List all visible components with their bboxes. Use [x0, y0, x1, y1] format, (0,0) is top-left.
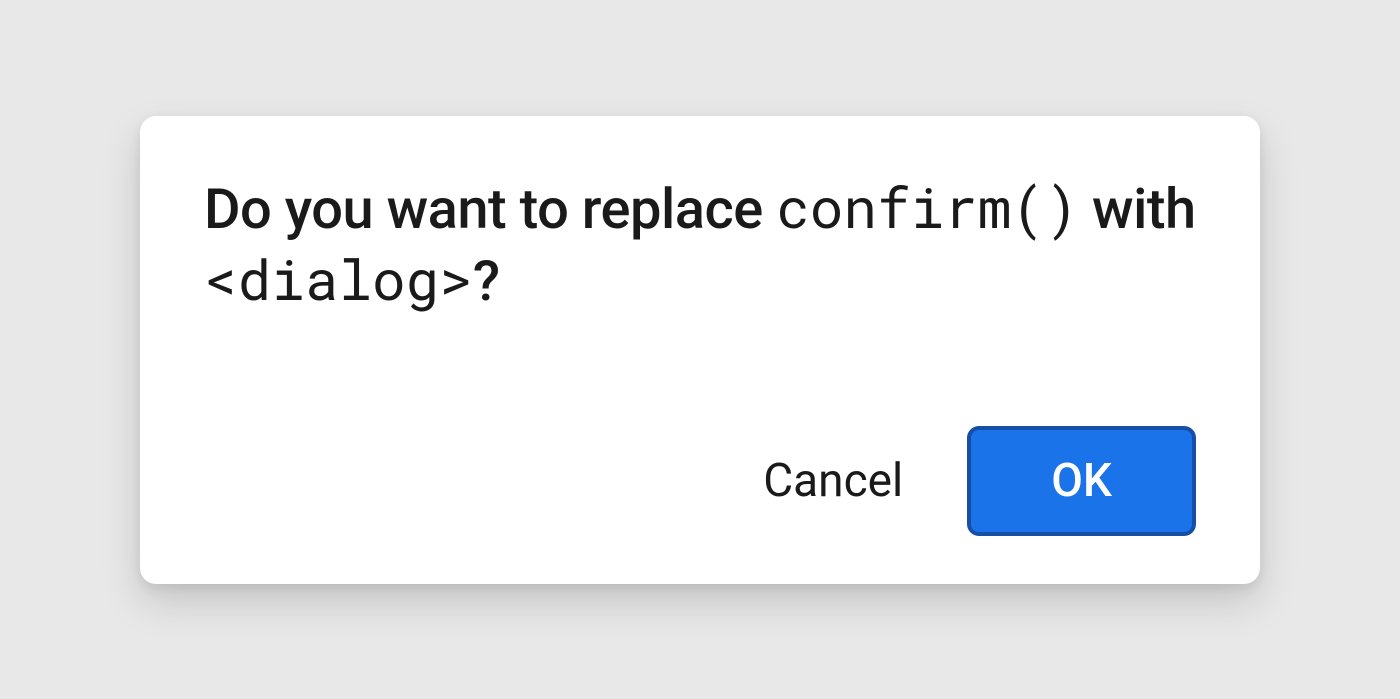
- dialog-message: Do you want to replace confirm() with <d…: [204, 172, 1196, 316]
- cancel-button[interactable]: Cancel: [755, 442, 911, 520]
- ok-button[interactable]: OK: [967, 426, 1196, 536]
- dialog-code-confirm: confirm(): [776, 170, 1078, 244]
- confirm-dialog: Do you want to replace confirm() with <d…: [140, 116, 1260, 584]
- dialog-message-mid: with: [1079, 176, 1196, 242]
- dialog-code-dialog: <dialog>: [204, 242, 473, 316]
- dialog-message-suffix: ?: [473, 248, 500, 314]
- dialog-actions: Cancel OK: [204, 426, 1196, 536]
- dialog-message-prefix: Do you want to replace: [204, 176, 776, 242]
